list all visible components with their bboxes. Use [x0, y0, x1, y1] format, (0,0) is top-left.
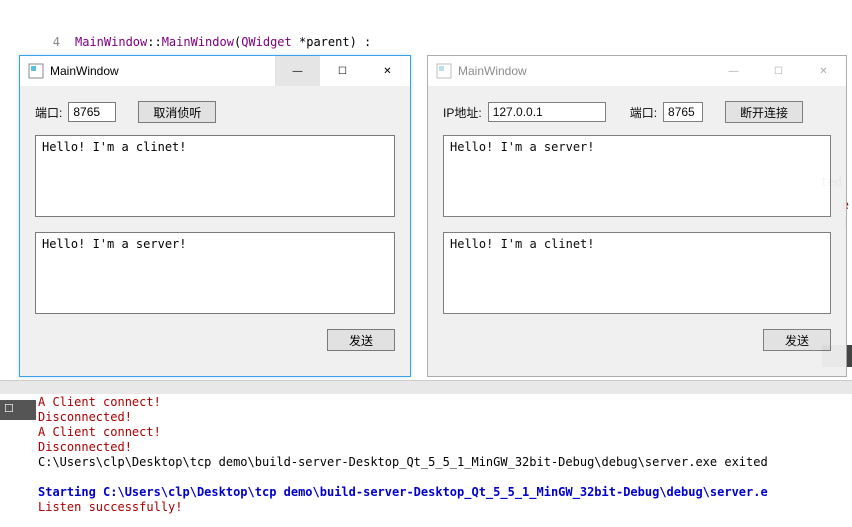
minimize-button[interactable]: — [275, 56, 320, 86]
port-label: 端口: [630, 104, 657, 121]
port-input[interactable] [68, 102, 116, 122]
server-window: MainWindow — ☐ ✕ 端口: 取消侦听 发送 [19, 55, 411, 377]
port-input[interactable] [663, 102, 703, 122]
maximize-button[interactable]: ☐ [320, 56, 365, 86]
receive-textbox[interactable] [35, 135, 395, 217]
app-icon [436, 63, 452, 79]
window-title: MainWindow [458, 64, 711, 78]
window-title: MainWindow [50, 64, 275, 78]
console-sidebar-button[interactable] [0, 400, 36, 420]
client-window: MainWindow — ☐ ✕ IP地址: 端口: 断开连接 发送 [427, 55, 847, 377]
ip-input[interactable] [488, 102, 606, 122]
send-button[interactable]: 发送 [763, 329, 831, 351]
titlebar[interactable]: MainWindow — ☐ ✕ [428, 56, 846, 86]
maximize-button[interactable]: ☐ [756, 56, 801, 86]
close-button[interactable]: ✕ [801, 56, 846, 86]
send-textbox[interactable] [443, 232, 831, 314]
send-button[interactable]: 发送 [327, 329, 395, 351]
minimize-button[interactable]: — [711, 56, 756, 86]
app-icon [28, 63, 44, 79]
output-console: A Client connect!Disconnected!A Client c… [38, 395, 847, 515]
close-button[interactable]: ✕ [365, 56, 410, 86]
titlebar[interactable]: MainWindow — ☐ ✕ [20, 56, 410, 86]
ip-label: IP地址: [443, 104, 482, 121]
send-textbox[interactable] [35, 232, 395, 314]
console-tabbar [0, 380, 852, 394]
stop-listen-button[interactable]: 取消侦听 [138, 101, 216, 123]
receive-textbox[interactable] [443, 135, 831, 217]
disconnect-button[interactable]: 断开连接 [725, 101, 803, 123]
port-label: 端口: [35, 104, 62, 121]
